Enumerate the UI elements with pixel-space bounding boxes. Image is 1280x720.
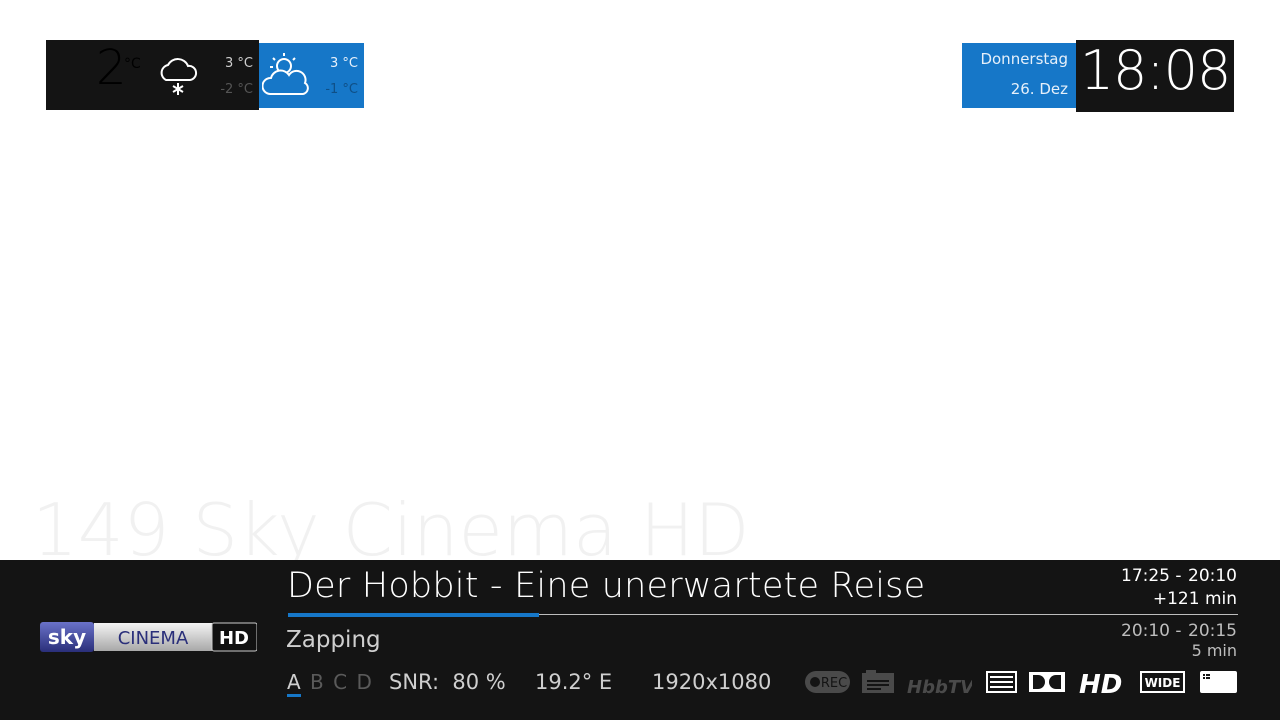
rec-icon-label: REC [821, 676, 847, 691]
partly-cloudy-icon [261, 50, 312, 100]
tuner-d: D [356, 670, 372, 694]
hbbtv-icon: HbbTV [906, 670, 972, 696]
snow-cloud-icon [154, 50, 202, 98]
current-low-temp: -2 °C [220, 82, 253, 97]
next-duration: 5 min [1191, 641, 1237, 660]
forecast-low-temp: -1 °C [325, 82, 358, 97]
temperature-unit: °C [124, 56, 141, 72]
clock: 18:08 [1079, 39, 1232, 102]
tuner-c: C [333, 670, 348, 694]
widescreen-icon: WIDE [1140, 670, 1185, 694]
now-start-time: 17:25 - [1121, 566, 1182, 586]
tuner-b: B [310, 670, 324, 694]
current-temperature: 2 [96, 40, 127, 96]
forecast-high-temp: 3 °C [330, 56, 358, 71]
wide-icon-label: WIDE [1145, 676, 1181, 690]
dolby-icon [1029, 670, 1065, 694]
orbital-position: 19.2° E [535, 670, 613, 694]
video-resolution: 1920x1080 [652, 670, 772, 694]
subtitle-icon [1200, 670, 1237, 694]
hbbtv-icon-label: HbbTV [907, 677, 972, 696]
date: 26. Dez [1010, 80, 1068, 98]
hd-icon: HD [1079, 670, 1131, 696]
epg-icon [862, 670, 894, 694]
weekday: Donnerstag [980, 50, 1068, 68]
logo-cinema-text: CINEMA [118, 628, 189, 649]
next-event-title: Zapping [286, 627, 381, 653]
now-end-time: 20:10 [1188, 566, 1237, 586]
current-high-temp: 3 °C [225, 56, 253, 71]
logo-hd-text: HD [219, 628, 249, 649]
rec-icon: REC [805, 670, 850, 694]
logo-sky-text: sky [48, 625, 86, 649]
tuner-indicator: A B C D [287, 670, 375, 697]
snr-value: SNR: 80 % [389, 670, 506, 694]
event-progress-fill [288, 613, 539, 617]
now-event-title: Der Hobbit - Eine unerwartete Reise [287, 566, 926, 606]
next-start-time: 20:10 - [1121, 621, 1182, 641]
now-remaining-time: +121 min [1152, 589, 1237, 609]
teletext-icon [986, 670, 1017, 694]
hd-icon-label: HD [1079, 670, 1122, 696]
channel-logo: sky CINEMA HD [40, 622, 258, 652]
current-weather-panel [46, 40, 259, 110]
next-end-time: 20:15 [1188, 621, 1237, 641]
tuner-a: A [287, 670, 301, 697]
